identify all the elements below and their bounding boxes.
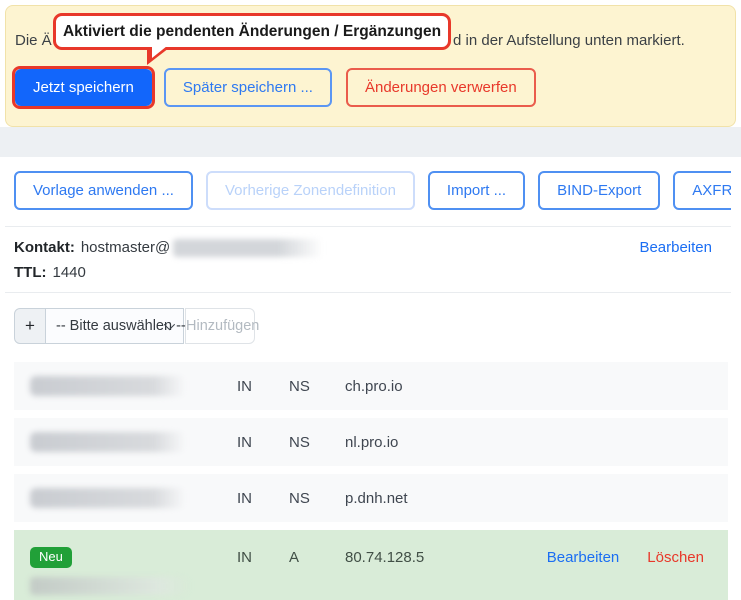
delete-record-link[interactable]: Löschen bbox=[647, 547, 704, 568]
record-type: NS bbox=[289, 433, 310, 451]
redacted-record-name bbox=[30, 376, 185, 396]
record-type: A bbox=[289, 549, 300, 566]
record-class: IN bbox=[237, 377, 252, 395]
banner-text-right: d in der Aufstellung unten markiert. bbox=[453, 32, 685, 49]
record-value: ch.pro.io bbox=[345, 377, 403, 395]
zone-info-section: Kontakt: hostmaster@ TTL: 1440 Bearbeite… bbox=[5, 227, 731, 285]
zone-editor-card: Vorlage anwenden ... Vorherige Zonendefi… bbox=[5, 157, 731, 600]
ttl-value: 1440 bbox=[52, 264, 86, 281]
plus-icon[interactable]: + bbox=[14, 308, 46, 344]
record-name-cell bbox=[14, 432, 237, 452]
import-button[interactable]: Import ... bbox=[427, 171, 526, 210]
banner-text-left: Die Ä bbox=[15, 32, 52, 49]
add-record-group: + -- Bitte auswählen -- Hinzufügen bbox=[14, 308, 259, 344]
zone-toolbar: Vorlage anwenden ... Vorherige Zonendefi… bbox=[5, 157, 731, 210]
record-class: IN bbox=[237, 433, 252, 451]
redacted-record-name bbox=[30, 432, 185, 452]
annotation-tooltip: Aktiviert die pendenten Änderungen / Erg… bbox=[53, 13, 451, 50]
record-name-cell bbox=[14, 488, 237, 508]
record-name-cell bbox=[14, 376, 237, 396]
record-class: IN bbox=[237, 549, 252, 566]
edit-zone-info-link[interactable]: Bearbeiten bbox=[639, 239, 712, 256]
previous-zone-button: Vorherige Zonendefinition bbox=[205, 171, 415, 210]
annotation-highlight: Jetzt speichern bbox=[12, 66, 155, 109]
record-type: NS bbox=[289, 377, 310, 395]
contact-label: Kontakt: bbox=[14, 239, 75, 256]
contact-value: hostmaster@ bbox=[80, 239, 171, 256]
record-value: nl.pro.io bbox=[345, 433, 399, 451]
tooltip-tail-fill bbox=[152, 46, 167, 58]
apply-template-button[interactable]: Vorlage anwenden ... bbox=[14, 171, 193, 210]
record-row-new: Neu IN A 80.74.128.5 Bearbeiten Löschen bbox=[14, 530, 728, 600]
discard-changes-button[interactable]: Änderungen verwerfen bbox=[345, 68, 536, 107]
page-background-band bbox=[0, 127, 741, 157]
edit-record-link[interactable]: Bearbeiten bbox=[547, 547, 620, 568]
record-value: 80.74.128.5 bbox=[345, 549, 425, 566]
divider bbox=[5, 292, 731, 293]
tooltip-text: Aktiviert die pendenten Änderungen / Erg… bbox=[62, 22, 442, 40]
record-class: IN bbox=[237, 489, 252, 507]
record-name-cell: Neu bbox=[14, 547, 237, 595]
record-list: IN NS ch.pro.io IN NS nl.pro.io IN NS p.… bbox=[5, 362, 731, 600]
record-row: IN NS ch.pro.io bbox=[14, 362, 728, 410]
new-record-badge: Neu bbox=[30, 547, 72, 568]
redacted-record-name bbox=[30, 577, 190, 595]
ttl-label: TTL: bbox=[14, 264, 47, 281]
record-row: IN NS nl.pro.io bbox=[14, 418, 728, 466]
add-record-button: Hinzufügen bbox=[185, 308, 259, 344]
save-later-button[interactable]: Später speichern ... bbox=[163, 68, 332, 107]
save-now-button[interactable]: Jetzt speichern bbox=[15, 69, 152, 106]
redacted-contact-domain bbox=[173, 238, 324, 257]
record-type-select[interactable]: -- Bitte auswählen -- bbox=[46, 308, 186, 344]
record-actions: Bearbeiten Löschen bbox=[547, 547, 728, 568]
redacted-record-name bbox=[30, 488, 185, 508]
record-type: NS bbox=[289, 489, 310, 507]
bind-export-button[interactable]: BIND-Export bbox=[538, 171, 661, 210]
record-value: p.dnh.net bbox=[345, 489, 408, 507]
axfr-export-button[interactable]: AXFR-Export bbox=[673, 171, 731, 210]
record-row: IN NS p.dnh.net bbox=[14, 474, 728, 522]
